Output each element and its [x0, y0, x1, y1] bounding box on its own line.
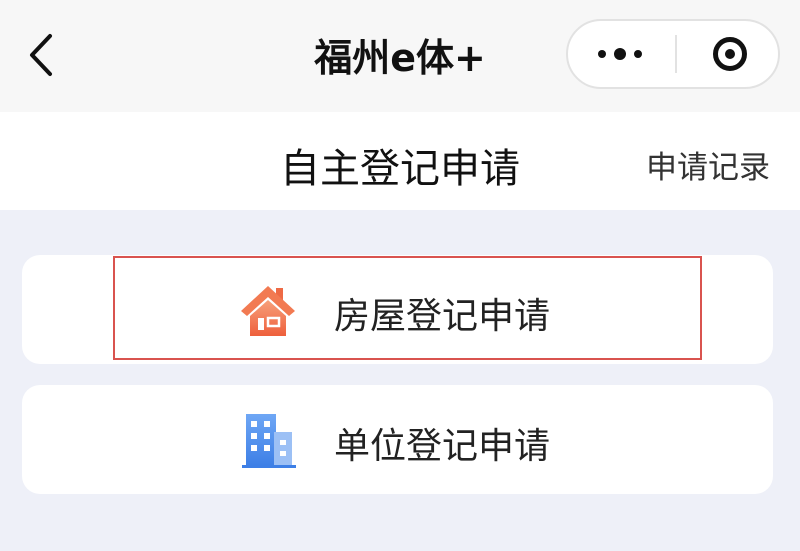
building-icon [242, 414, 296, 468]
page-header: 自主登记申请 申请记录 [0, 112, 800, 210]
house-registration-label: 房屋登记申请 [334, 296, 551, 337]
unit-registration-button[interactable]: 单位登记申请 [22, 385, 773, 494]
target-close-icon [713, 37, 747, 71]
close-mini-program-button[interactable] [677, 21, 780, 87]
house-icon [241, 286, 295, 336]
navigation-bar: 福州e体+ [0, 0, 800, 112]
mini-program-capsule [566, 19, 780, 89]
house-registration-button[interactable]: 房屋登记申请 [22, 255, 773, 364]
application-records-link[interactable]: 申请记录 [646, 142, 770, 187]
more-button[interactable] [568, 21, 674, 87]
unit-registration-label: 单位登记申请 [334, 426, 551, 467]
